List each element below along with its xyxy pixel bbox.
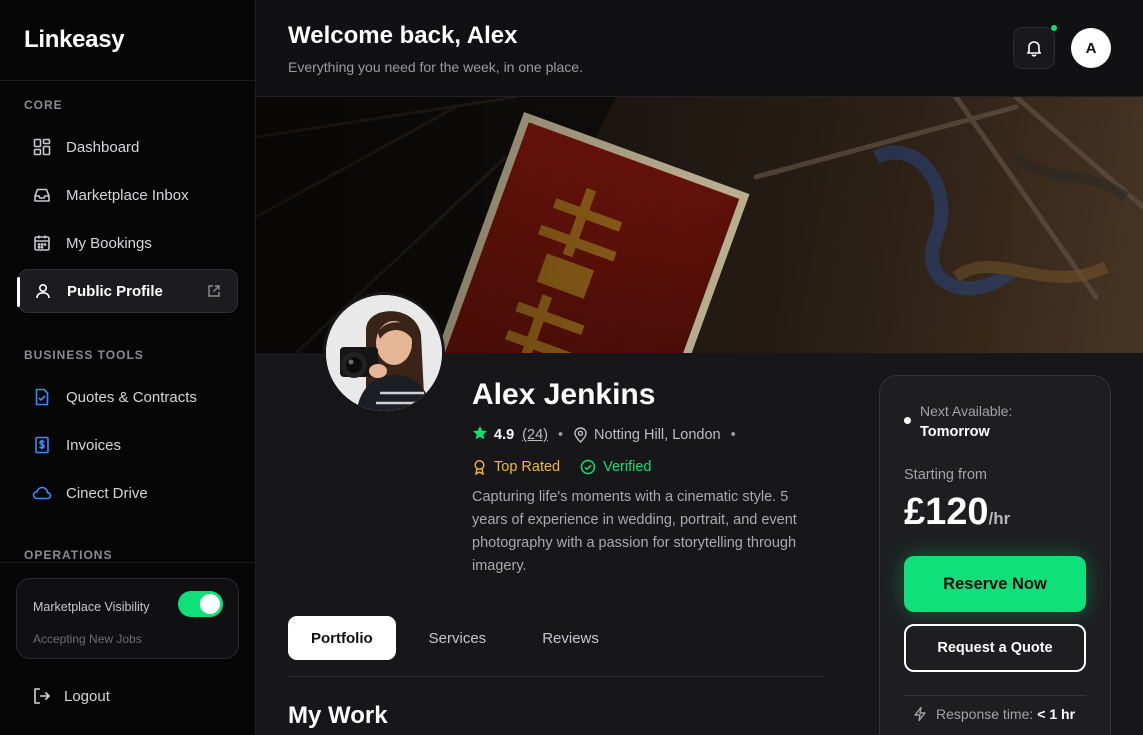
sidebar-item-dashboard[interactable]: Dashboard [18, 125, 238, 169]
notifications-button[interactable] [1013, 24, 1058, 69]
profile-tabs: Portfolio Services Reviews [288, 616, 632, 660]
price-amount: £120 [904, 491, 989, 533]
availability-label: Next Available: [920, 403, 1013, 419]
lightning-icon [912, 706, 928, 722]
tab-services[interactable]: Services [406, 616, 510, 660]
toggle-knob [200, 594, 220, 614]
logout-button[interactable]: Logout [32, 686, 110, 706]
response-time: Response time: < 1 hr [912, 706, 1075, 722]
sidebar-item-label: My Bookings [66, 234, 152, 252]
separator-dot: • [730, 427, 736, 443]
divider [288, 676, 826, 677]
verified-badge: Verified [580, 459, 651, 475]
sidebar-item-label: Invoices [66, 436, 122, 454]
sidebar-item-label: Marketplace Inbox [66, 186, 189, 204]
verified-label: Verified [603, 459, 652, 475]
sidebar-item-public-profile[interactable]: Public Profile [18, 269, 238, 313]
price-unit: /hr [988, 509, 1011, 528]
response-label: Response time: [936, 706, 1034, 722]
profile-name: Alex Jenkins [472, 378, 656, 411]
sidebar-item-my-bookings[interactable]: My Bookings [18, 221, 238, 265]
section-title: My Work [288, 702, 388, 729]
page-title: Welcome back, Alex [288, 22, 518, 49]
inbox-icon [32, 185, 52, 205]
request-quote-button[interactable]: Request a Quote [904, 624, 1086, 672]
notification-dot [1050, 24, 1058, 32]
section-label-operations: OPERATIONS [24, 548, 113, 562]
marketplace-visibility-card: Marketplace Visibility Accepting New Job… [16, 578, 239, 659]
top-rated-label: Top Rated [494, 459, 561, 475]
separator-dot: • [557, 427, 564, 443]
profile-badges: Top Rated Verified [472, 459, 671, 475]
award-icon [472, 459, 487, 475]
location-pin-icon [573, 427, 588, 443]
logout-label: Logout [64, 687, 110, 705]
profile-meta: 4.9 (24) • Notting Hill, London • [472, 425, 746, 445]
top-rated-badge: Top Rated [472, 459, 560, 475]
visibility-subtitle: Accepting New Jobs [33, 632, 142, 646]
sidebar-item-label: Public Profile [67, 282, 163, 300]
brand-logo[interactable]: Linkeasy [24, 26, 125, 54]
bell-icon [1026, 41, 1042, 57]
visibility-title: Marketplace Visibility [33, 600, 150, 614]
rating-value: 4.9 [494, 427, 515, 443]
cloud-icon [32, 483, 52, 503]
review-count-link[interactable]: (24) [522, 427, 548, 443]
divider [904, 695, 1086, 696]
profile-bio: Capturing life's moments with a cinemati… [472, 489, 797, 574]
main-content: Alex Jenkins 4.9 (24) • Notting Hill, Lo… [256, 97, 1143, 735]
grid-icon [32, 137, 52, 157]
sidebar-item-invoices[interactable]: Invoices [18, 423, 238, 467]
page-subtitle: Everything you need for the week, in one… [288, 59, 583, 75]
sidebar-item-marketplace-inbox[interactable]: Marketplace Inbox [18, 173, 238, 217]
sidebar-item-quotes-contracts[interactable]: Quotes & Contracts [18, 375, 238, 419]
response-value: < 1 hr [1037, 706, 1076, 722]
star-icon [472, 425, 488, 445]
sidebar: Linkeasy CORE Dashboard Marketplace Inbo… [0, 0, 256, 735]
divider [0, 562, 256, 563]
document-check-icon [32, 387, 52, 407]
logout-icon [32, 686, 52, 706]
sidebar-item-label: Quotes & Contracts [66, 388, 197, 406]
starting-price-label: Starting from [904, 467, 987, 483]
user-icon [33, 281, 53, 301]
location-text: Notting Hill, London [594, 427, 721, 443]
tab-portfolio[interactable]: Portfolio [288, 616, 396, 660]
dollar-document-icon [32, 435, 52, 455]
booking-card: Next Available: Tomorrow Starting from £… [879, 375, 1111, 735]
sidebar-item-label: Cinect Drive [66, 484, 148, 502]
availability-value: Tomorrow [920, 424, 990, 440]
sidebar-item-label: Dashboard [66, 138, 140, 156]
avatar[interactable]: A [1071, 28, 1111, 68]
section-label-business-tools: BUSINESS TOOLS [24, 348, 144, 362]
section-label-core: CORE [24, 98, 63, 112]
visibility-toggle[interactable] [178, 591, 223, 617]
price: £120/hr [904, 491, 1010, 534]
top-header: Welcome back, Alex Everything you need f… [256, 0, 1143, 97]
sidebar-item-cinect-drive[interactable]: Cinect Drive [18, 471, 238, 515]
verified-check-icon [580, 459, 596, 475]
availability-dot [904, 417, 911, 424]
profile-photo [323, 292, 445, 414]
external-link-icon[interactable] [207, 284, 221, 298]
active-indicator [17, 277, 20, 307]
reserve-now-button[interactable]: Reserve Now [904, 556, 1086, 612]
calendar-icon [32, 233, 52, 253]
tab-reviews[interactable]: Reviews [519, 616, 622, 660]
divider [0, 80, 256, 81]
